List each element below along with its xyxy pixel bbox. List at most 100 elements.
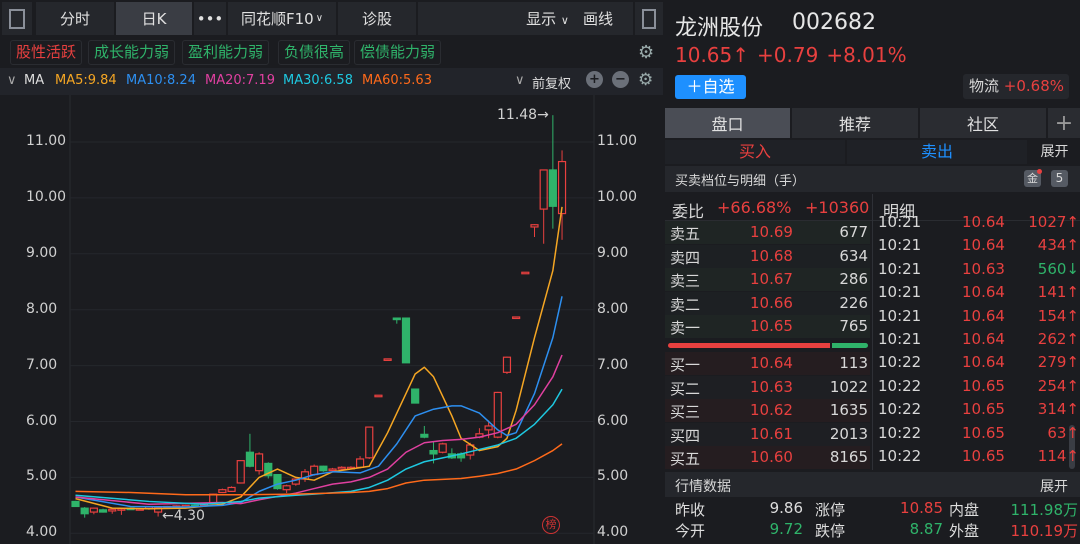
- add-tab-button[interactable]: +: [1048, 108, 1080, 138]
- quote-value: 9.72: [769, 520, 803, 538]
- tick-price: 10.65: [962, 423, 1005, 442]
- level-price: 10.66: [750, 293, 793, 312]
- tick-price: 10.63: [962, 259, 1005, 278]
- tick-volume: 314↑: [1037, 400, 1079, 419]
- candle-body: [429, 449, 438, 455]
- add-watchlist-button[interactable]: ＋自选: [675, 75, 746, 99]
- tick-volume: 560↓: [1037, 259, 1079, 278]
- buy-sell-ratio-bar: [668, 343, 868, 348]
- sector-badge[interactable]: 物流 +0.68%: [963, 74, 1069, 99]
- candle-body: [328, 468, 337, 472]
- sell-button[interactable]: 卖出: [847, 140, 1027, 164]
- tick-price: 10.64: [962, 353, 1005, 372]
- sell-ratio-fill: [832, 343, 868, 348]
- level-price: 10.63: [750, 377, 793, 396]
- price-line: 10.65↑ +0.79 +8.01%: [675, 43, 907, 67]
- y-tick-label: 6.00: [26, 412, 58, 429]
- tick-volume: 141↑: [1037, 283, 1079, 302]
- tick-time: 10:22: [878, 376, 922, 395]
- trade-tick-row: 10:21 10.64 434↑: [875, 236, 1080, 259]
- candle-body: [420, 433, 429, 438]
- trade-tick-row: 10:22 10.65 63↑: [875, 424, 1080, 447]
- buy-button[interactable]: 买入: [665, 140, 845, 164]
- tick-price: 10.65: [962, 376, 1005, 395]
- candle-body: [319, 465, 328, 472]
- tab-community[interactable]: 社区: [920, 108, 1046, 138]
- candle-body: [539, 169, 548, 210]
- ma5-line: [75, 206, 563, 510]
- candle-body: [411, 388, 420, 404]
- tab-recommend[interactable]: 推荐: [792, 108, 918, 138]
- trade-tick-row: 10:21 10.63 560↓: [875, 260, 1080, 283]
- kline-chart[interactable]: [0, 0, 663, 544]
- high-annotation: 11.48→: [497, 107, 549, 123]
- orderbook-row[interactable]: 买三 10.62 1635: [665, 399, 870, 423]
- level-label: 买三: [670, 403, 701, 422]
- buy-ratio-fill: [668, 343, 830, 348]
- candle-body: [273, 474, 282, 490]
- level-badge[interactable]: 5: [1051, 170, 1068, 187]
- tick-volume: 434↑: [1037, 236, 1079, 255]
- level-label: 卖五: [670, 225, 701, 243]
- y-tick-label: 8.00: [597, 300, 629, 317]
- quote-panel: 龙洲股份 002682 10.65↑ +0.79 +8.01% ＋自选 物流 +…: [665, 0, 1080, 544]
- level-label: 买四: [670, 426, 701, 445]
- orderbook-row[interactable]: 卖二 10.66 226: [665, 291, 870, 315]
- tick-price: 10.64: [962, 306, 1005, 325]
- sector-name: 物流: [969, 77, 1000, 95]
- last-price: 10.65↑: [675, 43, 750, 67]
- y-tick-label: 8.00: [26, 300, 58, 317]
- candle-body: [502, 356, 512, 373]
- quote-label: 昨收: [675, 501, 706, 519]
- tab-orderbook[interactable]: 盘口: [665, 108, 790, 138]
- level-price: 10.65: [750, 317, 793, 336]
- tick-volume: 254↑: [1037, 376, 1079, 395]
- price-change-pct: +8.01%: [826, 43, 907, 67]
- level-volume: 226: [839, 293, 868, 312]
- tick-volume: 262↑: [1037, 330, 1079, 348]
- level-price: 10.69: [750, 223, 793, 241]
- tick-time: 10:21: [878, 306, 922, 325]
- candle-body: [383, 358, 392, 361]
- orderbook-row[interactable]: 卖一 10.65 765: [665, 315, 870, 339]
- level-volume: 677: [839, 223, 868, 241]
- level-price: 10.64: [750, 354, 793, 372]
- tick-time: 10:21: [878, 259, 922, 278]
- tick-price: 10.64: [962, 283, 1005, 302]
- trade-tick-row: 10:22 10.65 114↑: [875, 447, 1080, 470]
- tick-time: 10:22: [878, 423, 922, 442]
- quote-expand-button[interactable]: 展开: [1040, 476, 1068, 496]
- trade-tick-row: 10:21 10.64 1027↑: [875, 213, 1080, 236]
- trade-tick-row: 10:21 10.64 262↑: [875, 330, 1080, 353]
- candle-body: [218, 489, 227, 494]
- level-volume: 634: [839, 246, 868, 265]
- trade-tick-row: 10:21 10.64 154↑: [875, 307, 1080, 330]
- quote-header: 行情数据 展开: [665, 472, 1080, 497]
- level-price: 10.67: [750, 270, 793, 289]
- candle-body: [557, 160, 567, 215]
- candle-body: [245, 451, 255, 467]
- quote-label: 今开: [675, 522, 706, 540]
- y-tick-label: 11.00: [597, 133, 638, 149]
- y-tick-label: 11.00: [26, 133, 67, 149]
- level-volume: 2013: [829, 424, 868, 443]
- orderbook-row[interactable]: 买四 10.61 2013: [665, 422, 870, 446]
- rank-badge[interactable]: 榜: [542, 516, 560, 534]
- orderbook-row[interactable]: 买五 10.60 8165: [665, 446, 870, 470]
- orderbook-row[interactable]: 卖五 10.69 677: [665, 221, 870, 244]
- weibi-diff: +10360: [805, 198, 870, 217]
- level-label: 卖一: [670, 319, 701, 338]
- y-tick-label: 4.00: [597, 524, 629, 541]
- expand-button[interactable]: 展开: [1029, 140, 1080, 164]
- tick-price: 10.65: [962, 447, 1005, 465]
- orderbook-row[interactable]: 买二 10.63 1022: [665, 375, 870, 399]
- candle-body: [548, 169, 557, 207]
- orderbook-row[interactable]: 卖四 10.68 634: [665, 244, 870, 268]
- orderbook-row[interactable]: 买一 10.64 113: [665, 352, 870, 375]
- quote-label: 跌停: [815, 522, 846, 540]
- level-label: 买一: [670, 356, 701, 374]
- tick-price: 10.64: [962, 236, 1005, 255]
- orderbook-row[interactable]: 卖三 10.67 286: [665, 268, 870, 292]
- level-price: 10.61: [750, 424, 793, 443]
- level-volume: 286: [839, 270, 868, 289]
